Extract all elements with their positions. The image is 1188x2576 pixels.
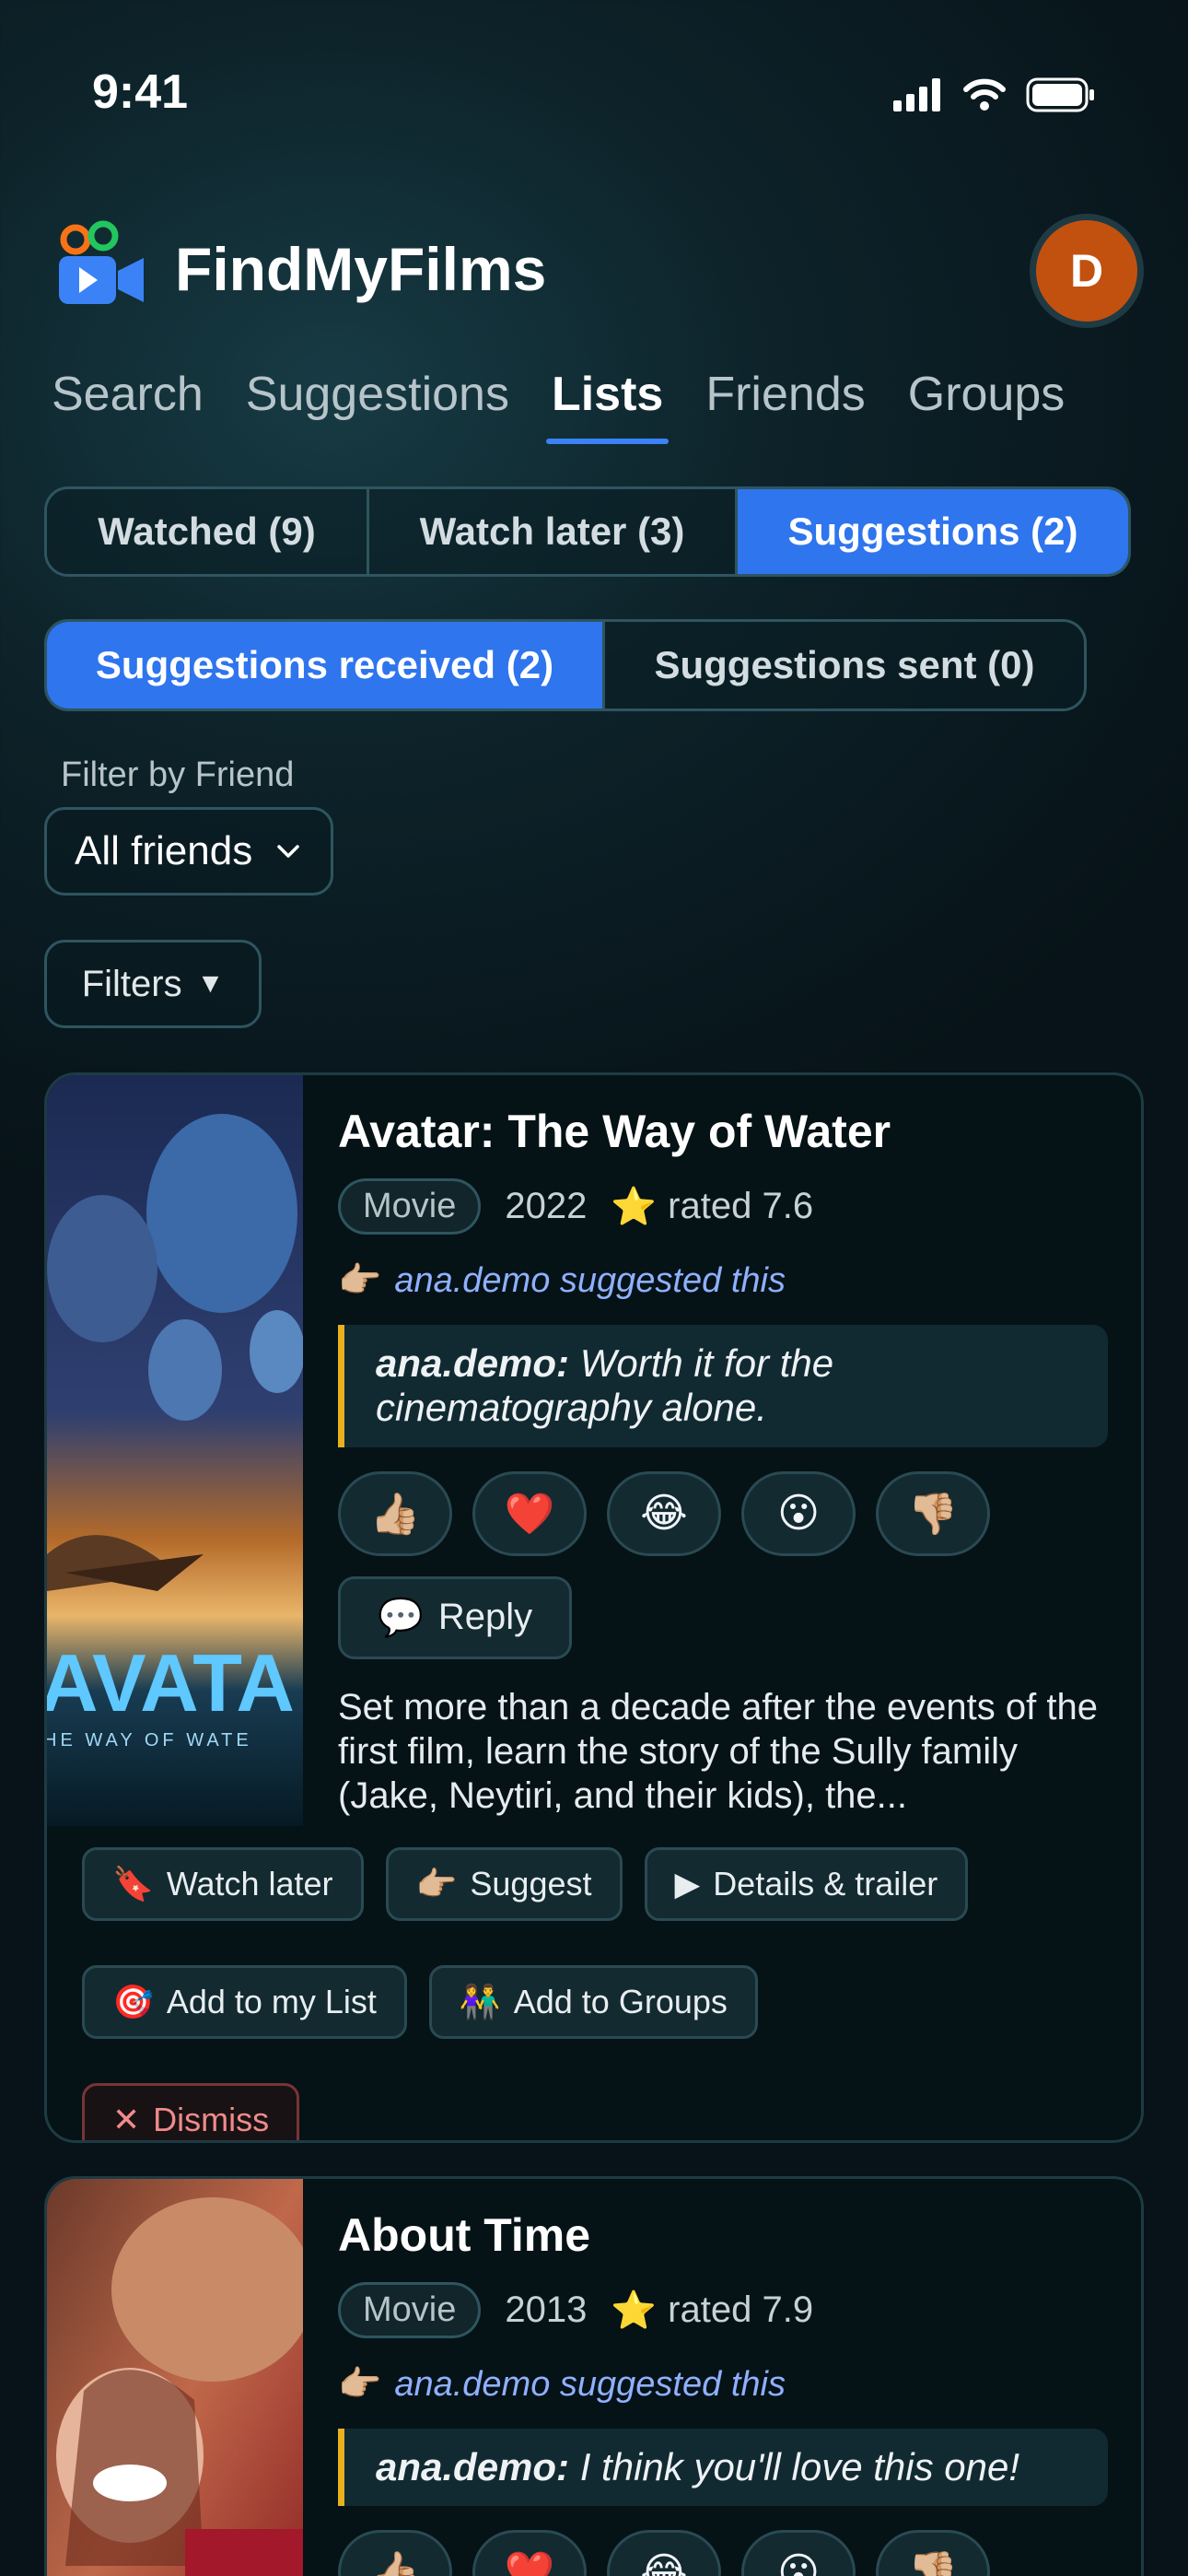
synopsis: Set more than a decade after the events …: [338, 1686, 1098, 1816]
tab-suggestions[interactable]: Suggestions (2): [738, 489, 1128, 574]
filters-label: Filters: [81, 963, 182, 1004]
poster-title-text: AVATA: [47, 1637, 295, 1728]
suggested-by: 👉🏼 ana.demo suggested this: [338, 2364, 1108, 2405]
laugh-reaction-button[interactable]: 😂: [607, 2530, 721, 2576]
release-year: 2013: [505, 2289, 588, 2330]
status-icons: [893, 77, 1096, 112]
reaction-bar: 👍🏼 ❤️ 😂 😮 👎🏼: [338, 2530, 1108, 2576]
nav-tab-search[interactable]: Search: [52, 367, 204, 444]
suggestion-message: ana.demo: Worth it for the cinematograph…: [338, 1325, 1108, 1447]
surprised-reaction-button[interactable]: 😮: [741, 1470, 856, 1556]
status-time: 9:41: [92, 65, 189, 119]
suggested-by-text[interactable]: ana.demo suggested this: [394, 1261, 786, 1301]
card-actions: 🔖 Watch later 👉🏼 Suggest ▶ Details & tra…: [82, 1847, 1106, 2140]
star-icon: ⭐: [611, 1187, 658, 1227]
laugh-reaction-button[interactable]: 😂: [607, 1470, 721, 1556]
film-title[interactable]: Avatar: The Way of Water: [338, 1105, 1108, 1158]
suggestion-message: ana.demo: I think you'll love this one!: [338, 2429, 1108, 2507]
app-title: FindMyFilms: [175, 235, 547, 303]
add-list-label: Add to my List: [166, 1983, 377, 2020]
pointing-hand-icon: 👉🏼: [415, 1865, 458, 1903]
tab-watched[interactable]: Watched (9): [47, 489, 369, 574]
suggestion-card: About Time Movie 2013 ⭐ rated 7.9 👉🏼 ana…: [44, 2176, 1144, 2576]
nav-tab-friends[interactable]: Friends: [705, 367, 865, 444]
poster-image: [47, 2179, 303, 2576]
group-icon: 👫: [459, 1983, 501, 2020]
reaction-bar: 👍🏼 ❤️ 😂 😮 👎🏼: [338, 1470, 1108, 1556]
poster-image: AVATA HE WAY OF WATE: [47, 1075, 303, 1826]
chevron-down-icon: [277, 845, 299, 858]
thumbs-down-reaction-button[interactable]: 👎🏼: [876, 2530, 990, 2576]
list-tabs: Watched (9) Watch later (3) Suggestions …: [44, 486, 1131, 577]
watch-later-label: Watch later: [166, 1865, 333, 1903]
tab-watch-later[interactable]: Watch later (3): [369, 489, 738, 574]
filter-label: Filter by Friend: [61, 755, 295, 794]
movie-poster[interactable]: [47, 2179, 303, 2576]
thumbs-down-reaction-button[interactable]: 👎🏼: [876, 1470, 990, 1556]
rating-value: rated 7.9: [668, 2289, 814, 2330]
user-avatar[interactable]: D: [1030, 214, 1144, 328]
tab-suggestions-sent[interactable]: Suggestions sent (0): [605, 622, 1084, 708]
play-icon: ▶: [674, 1865, 701, 1903]
star-icon: ⭐: [611, 2290, 658, 2331]
friend-filter-select[interactable]: All friends: [44, 807, 333, 896]
rating: ⭐ rated 7.9: [611, 2289, 813, 2332]
app-logo-icon: [59, 220, 144, 304]
speech-bubble-icon: 💬: [378, 1598, 424, 1639]
surprised-reaction-button[interactable]: 😮: [741, 2530, 856, 2576]
details-trailer-button[interactable]: ▶ Details & trailer: [644, 1847, 969, 1921]
battery-icon: [1026, 77, 1094, 112]
suggestion-card: AVATA HE WAY OF WATE Avatar: The Way of …: [44, 1072, 1144, 2143]
nav-tab-suggestions[interactable]: Suggestions: [246, 367, 509, 444]
target-icon: 🎯: [112, 1983, 154, 2020]
close-icon: ✕: [112, 2101, 141, 2138]
message-author: ana.demo:: [376, 2445, 570, 2488]
suggested-by-text[interactable]: ana.demo suggested this: [394, 2365, 786, 2405]
reply-button[interactable]: 💬 Reply: [338, 1575, 573, 1659]
type-badge: Movie: [338, 2282, 482, 2338]
friend-filter-value: All friends: [75, 828, 253, 873]
dismiss-button[interactable]: ✕ Dismiss: [82, 2083, 300, 2140]
add-to-groups-button[interactable]: 👫 Add to Groups: [428, 1965, 758, 2039]
bookmark-icon: 🔖: [112, 1865, 154, 1903]
heart-reaction-button[interactable]: ❤️: [472, 2530, 587, 2576]
movie-poster[interactable]: AVATA HE WAY OF WATE: [47, 1075, 303, 1826]
nav-tab-groups[interactable]: Groups: [908, 367, 1066, 444]
release-year: 2022: [505, 1186, 588, 1226]
tab-suggestions-received[interactable]: Suggestions received (2): [47, 622, 605, 708]
reply-label: Reply: [437, 1597, 533, 1638]
dismiss-label: Dismiss: [153, 2101, 270, 2138]
type-badge: Movie: [338, 1178, 482, 1235]
filters-button[interactable]: Filters ▼: [44, 940, 262, 1028]
suggest-label: Suggest: [470, 1865, 592, 1903]
film-title[interactable]: About Time: [338, 2208, 1108, 2262]
suggested-by: 👉🏼 ana.demo suggested this: [338, 1260, 1108, 1301]
pointing-hand-icon: 👉🏼: [338, 1261, 382, 1300]
add-to-list-button[interactable]: 🎯 Add to my List: [82, 1965, 407, 2039]
thumbs-up-reaction-button[interactable]: 👍🏼: [338, 1470, 452, 1556]
poster-subtitle-text: HE WAY OF WATE: [47, 1730, 252, 1751]
thumbs-up-reaction-button[interactable]: 👍🏼: [338, 2530, 452, 2576]
suggestion-tabs: Suggestions received (2) Suggestions sen…: [44, 619, 1087, 711]
nav-tab-lists[interactable]: Lists: [545, 367, 670, 444]
details-label: Details & trailer: [713, 1865, 938, 1903]
rating: ⭐ rated 7.6: [611, 1185, 813, 1228]
suggest-button[interactable]: 👉🏼 Suggest: [385, 1847, 623, 1921]
main-nav: Search Suggestions Lists Friends Groups: [52, 367, 1065, 444]
wifi-icon: [963, 78, 1006, 111]
rating-value: rated 7.6: [668, 1186, 814, 1226]
heart-reaction-button[interactable]: ❤️: [472, 1470, 587, 1556]
message-author: ana.demo:: [376, 1341, 570, 1385]
pointing-hand-icon: 👉🏼: [338, 2365, 382, 2404]
cellular-signal-icon: [893, 78, 940, 111]
add-groups-label: Add to Groups: [513, 1983, 728, 2020]
message-text: I think you'll love this one!: [579, 2445, 1019, 2488]
caret-down-icon: ▼: [196, 968, 225, 999]
watch-later-button[interactable]: 🔖 Watch later: [82, 1847, 364, 1921]
